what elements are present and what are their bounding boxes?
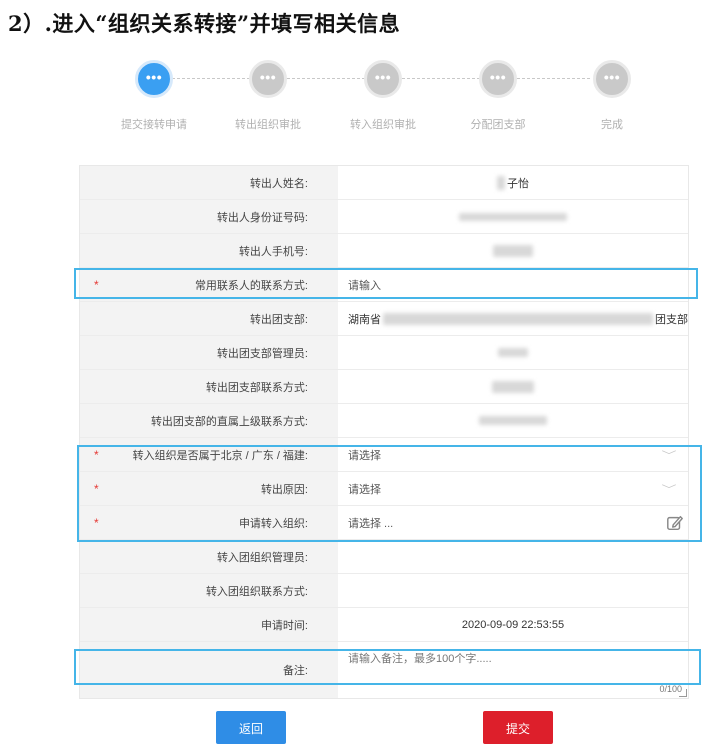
in-region-placeholder: 请选择 [348, 449, 381, 462]
in-admin-value [338, 540, 688, 573]
row-out-phone: 转出人手机号: [80, 234, 688, 268]
row-out-superior-contact: 转出团支部的直属上级联系方式: [80, 404, 688, 438]
required-mark: * [94, 515, 99, 530]
redacted-mask [497, 175, 505, 190]
step-circle: ••• [593, 60, 631, 98]
edit-icon[interactable] [666, 514, 684, 532]
chevron-down-icon: ﹀ [661, 451, 677, 462]
field-label: 申请时间: [80, 608, 338, 641]
row-in-admin: 转入团组织管理员: [80, 540, 688, 574]
row-out-branch: 转出团支部: 湖南省 团支部 [80, 302, 688, 336]
contact-label-text: 常用联系人的联系方式: [194, 279, 308, 292]
step-complete: ••• 完成 [557, 58, 667, 132]
row-out-admin: 转出团支部管理员: [80, 336, 688, 370]
apply-org-input[interactable]: 请选择 ... [338, 506, 688, 539]
ellipsis-icon: ••• [374, 69, 392, 85]
row-out-branch-contact: 转出团支部联系方式: [80, 370, 688, 404]
in-contact-value [338, 574, 688, 607]
reason-label-text: 转出原因: [260, 483, 308, 496]
out-branch-value: 湖南省 团支部 [338, 302, 688, 335]
step-circle: ••• [364, 60, 402, 98]
apply-org-label-text: 申请转入组织: [238, 517, 308, 530]
field-label: 转出团支部: [80, 302, 338, 335]
step-label: 转入组织审批 [350, 119, 416, 131]
redacted-mask [459, 212, 567, 221]
field-label: 转出人手机号: [80, 234, 338, 267]
in-region-select[interactable]: 请选择 ﹀ [338, 438, 688, 471]
field-label: 转出团支部联系方式: [80, 370, 338, 403]
out-name-value: 子怡 [338, 166, 688, 199]
out-superior-contact-value [338, 404, 688, 437]
reason-placeholder: 请选择 [348, 483, 381, 496]
ellipsis-icon: ••• [603, 69, 621, 85]
out-name-text: 子怡 [507, 177, 529, 190]
step-label: 分配团支部 [470, 119, 526, 131]
reason-select[interactable]: 请选择 ﹀ [338, 472, 688, 505]
out-branch-suffix: 团支部 [655, 313, 688, 326]
field-label: * 转入组织是否属于北京 / 广东 / 福建: [80, 438, 338, 471]
out-branch-prefix: 湖南省 [348, 313, 381, 326]
step-circle: ••• [249, 60, 287, 98]
ellipsis-icon: ••• [145, 69, 163, 85]
field-label: 转出人身份证号码: [80, 200, 338, 233]
out-branch-contact-value [338, 370, 688, 403]
out-id-value [338, 200, 688, 233]
field-label: * 转出原因: [80, 472, 338, 505]
chevron-down-icon: ﹀ [661, 485, 677, 496]
in-region-label-text: 转入组织是否属于北京 / 广东 / 福建: [132, 449, 308, 462]
ellipsis-icon: ••• [259, 69, 277, 85]
row-apply-org: * 申请转入组织: 请选择 ... [80, 506, 688, 540]
row-out-id: 转出人身份证号码: [80, 200, 688, 234]
row-contact: * 常用联系人的联系方式: 请输入 [80, 268, 688, 302]
field-label: 转出团支部的直属上级联系方式: [80, 404, 338, 437]
apply-time-value: 2020-09-09 22:53:55 [338, 608, 688, 641]
ellipsis-icon: ••• [489, 69, 507, 85]
row-remark: 备注: 请输入备注，最多100个字..... 0/100 [80, 642, 688, 698]
row-reason: * 转出原因: 请选择 ﹀ [80, 472, 688, 506]
out-admin-value [338, 336, 688, 369]
remark-placeholder: 请输入备注，最多100个字..... [348, 653, 492, 665]
required-mark: * [94, 447, 99, 462]
redacted-mask [492, 380, 534, 393]
field-label: 转入团组织管理员: [80, 540, 338, 573]
field-label: * 申请转入组织: [80, 506, 338, 539]
step-submit-request: ••• 提交接转申请 [99, 58, 209, 132]
resize-handle-icon[interactable] [679, 689, 687, 697]
remark-textarea[interactable]: 请输入备注，最多100个字..... 0/100 [338, 642, 688, 698]
required-mark: * [94, 277, 99, 292]
row-out-name: 转出人姓名: 子怡 [80, 166, 688, 200]
field-label: 转出人姓名: [80, 166, 338, 199]
transfer-form: 转出人姓名: 子怡 转出人身份证号码: 转出人手机号: * 常用联系人的联系方式… [79, 165, 689, 699]
redacted-mask [498, 348, 528, 357]
redacted-mask [383, 312, 653, 325]
redacted-mask [493, 244, 533, 257]
out-phone-value [338, 234, 688, 267]
step-assign-branch: ••• 分配团支部 [443, 58, 553, 132]
apply-org-placeholder: 请选择 ... [348, 517, 394, 530]
required-mark: * [94, 481, 99, 496]
step-circle-active: ••• [135, 60, 173, 98]
field-label: 转入团组织联系方式: [80, 574, 338, 607]
step-in-approval: ••• 转入组织审批 [328, 58, 438, 132]
step-label: 提交接转申请 [121, 119, 187, 131]
step-out-approval: ••• 转出组织审批 [213, 58, 323, 132]
row-in-contact: 转入团组织联系方式: [80, 574, 688, 608]
redacted-mask [479, 416, 547, 425]
contact-placeholder: 请输入 [348, 279, 381, 292]
step-label: 转出组织审批 [235, 119, 301, 131]
row-apply-time: 申请时间: 2020-09-09 22:53:55 [80, 608, 688, 642]
instruction-heading: 2）.进入“组织关系转接”并填写相关信息 [8, 11, 401, 36]
contact-input[interactable]: 请输入 [338, 268, 688, 301]
step-circle: ••• [479, 60, 517, 98]
step-label: 完成 [601, 119, 623, 131]
field-label: 备注: [80, 642, 338, 698]
back-button[interactable]: 返回 [216, 711, 286, 744]
row-in-region: * 转入组织是否属于北京 / 广东 / 福建: 请选择 ﹀ [80, 438, 688, 472]
field-label: 转出团支部管理员: [80, 336, 338, 369]
progress-stepper: ••• 提交接转申请 ••• 转出组织审批 ••• 转入组织审批 ••• 分配团… [0, 58, 725, 138]
field-label: * 常用联系人的联系方式: [80, 268, 338, 301]
submit-button[interactable]: 提交 [483, 711, 553, 744]
